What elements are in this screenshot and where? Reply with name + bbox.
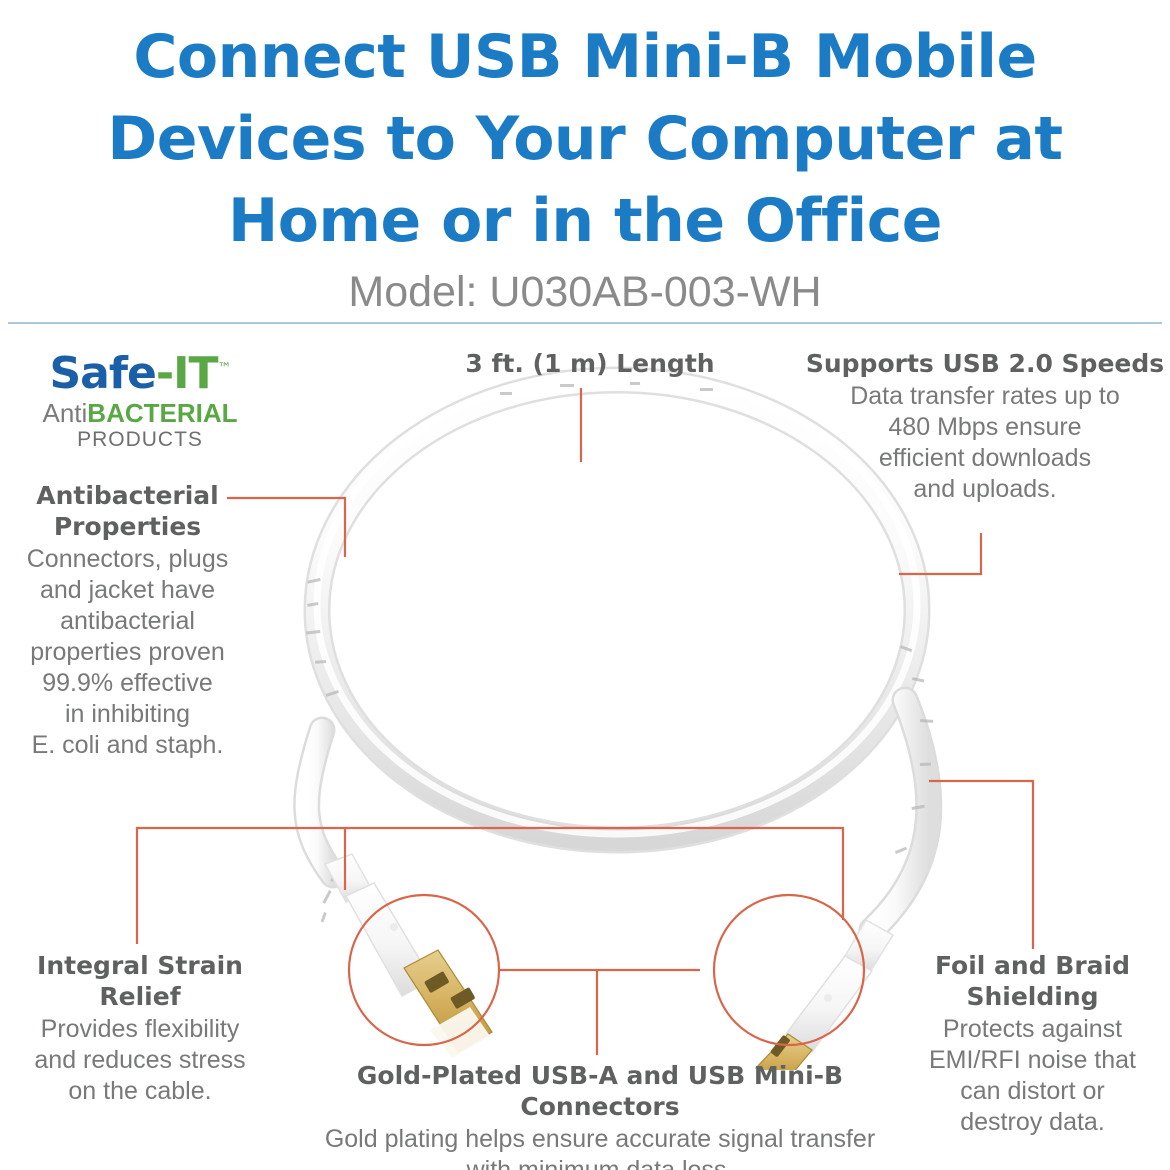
callout-length-title: 3 ft. (1 m) Length	[465, 349, 715, 378]
callout-usb20-title: Supports USB 2.0 Speeds	[805, 349, 1165, 378]
callout-length: 3 ft. (1 m) Length	[400, 348, 780, 381]
callout-antibacterial-title: Antibacterial Properties	[36, 481, 219, 541]
callout-strain-body: Provides flexibility and reduces stress …	[34, 1015, 246, 1105]
header: Connect USB Mini-B Mobile Devices to You…	[0, 0, 1170, 324]
callout-gold-body: Gold plating helps ensure accurate signa…	[324, 1125, 876, 1170]
callout-gold-title: Gold-Plated USB-A and USB Mini-B Connect…	[356, 1061, 844, 1121]
callout-usb20-body: Data transfer rates up to 480 Mbps ensur…	[850, 382, 1120, 503]
callout-integral-strain-relief: Integral Strain Relief Provides flexibil…	[0, 950, 280, 1107]
cable-run-left	[293, 716, 347, 889]
usb-a-connector	[323, 853, 493, 1058]
model-number: Model: U030AB-003-WH	[348, 268, 822, 316]
logo-products-text: PRODUCTS	[77, 428, 203, 451]
callout-foil-and-braid-shielding: Foil and Braid Shielding Protects agains…	[900, 950, 1165, 1138]
logo-safe-text: Safe	[49, 348, 156, 399]
infographic-page: Connect USB Mini-B Mobile Devices to You…	[0, 0, 1170, 1170]
logo-it-text: -IT	[155, 348, 219, 399]
logo-antibacterial-line: AntiBACTERIAL	[20, 400, 260, 426]
callout-antibacterial-properties: Antibacterial Properties Connectors, plu…	[0, 480, 255, 761]
callout-shielding-title: Foil and Braid Shielding	[934, 951, 1131, 1011]
page-title: Connect USB Mini-B Mobile Devices to You…	[107, 22, 1063, 256]
callout-strain-title: Integral Strain Relief	[37, 951, 243, 1011]
trademark-icon: ™	[217, 360, 232, 377]
callout-shielding-body: Protects against EMI/RFI noise that can …	[928, 1015, 1137, 1136]
callout-gold-plated-connectors: Gold-Plated USB-A and USB Mini-B Connect…	[280, 1060, 920, 1170]
logo-anti-text: Anti	[42, 398, 88, 428]
logo-wordmark: Safe-IT™	[20, 352, 260, 396]
logo-bacterial-text: BACTERIAL	[87, 398, 238, 428]
callout-antibacterial-body: Connectors, plugs and jacket have antiba…	[26, 545, 229, 759]
safe-it-logo: Safe-IT™ AntiBACTERIAL PRODUCTS	[20, 352, 260, 451]
header-divider	[8, 322, 1162, 324]
usb-mini-b-connector	[755, 918, 895, 1087]
callout-usb-2-0-speeds: Supports USB 2.0 Speeds Data transfer ra…	[805, 348, 1165, 505]
